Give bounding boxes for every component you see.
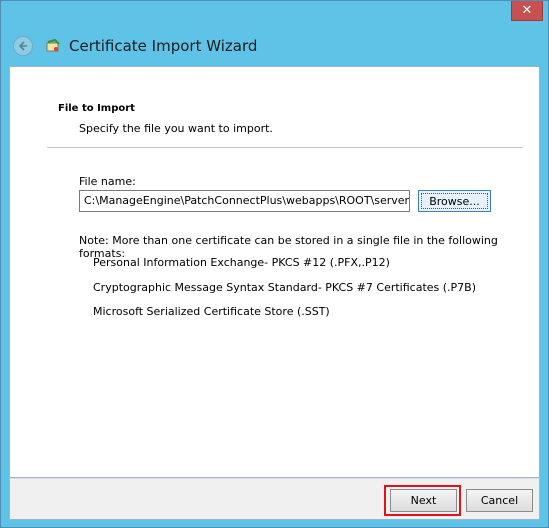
wizard-header: Certificate Import Wizard (9, 31, 539, 61)
close-button[interactable]: ✕ (511, 1, 543, 21)
wizard-footer: Next Cancel (9, 478, 540, 520)
back-arrow-icon (18, 41, 27, 51)
file-name-label: File name: (79, 175, 136, 188)
header-divider (47, 147, 523, 148)
wizard-window: ✕ Certificate Import Wizard File to Impo… (0, 0, 549, 528)
back-button[interactable] (13, 36, 33, 56)
browse-button[interactable]: Browse... (418, 190, 491, 212)
file-name-input[interactable]: C:\ManageEngine\PatchConnectPlus\webapps… (79, 190, 410, 212)
cancel-button[interactable]: Cancel (466, 489, 533, 512)
wizard-content: File to Import Specify the file you want… (9, 66, 540, 478)
next-button[interactable]: Next (390, 489, 457, 512)
certificate-wizard-icon (45, 38, 61, 54)
wizard-title: Certificate Import Wizard (69, 37, 258, 55)
page-heading: File to Import (58, 103, 135, 114)
format-item: Cryptographic Message Syntax Standard- P… (93, 281, 477, 294)
format-item: Microsoft Serialized Certificate Store (… (93, 305, 330, 318)
format-item: Personal Information Exchange- PKCS #12 … (93, 256, 390, 269)
page-subheading: Specify the file you want to import. (79, 122, 273, 135)
close-icon: ✕ (521, 3, 533, 18)
